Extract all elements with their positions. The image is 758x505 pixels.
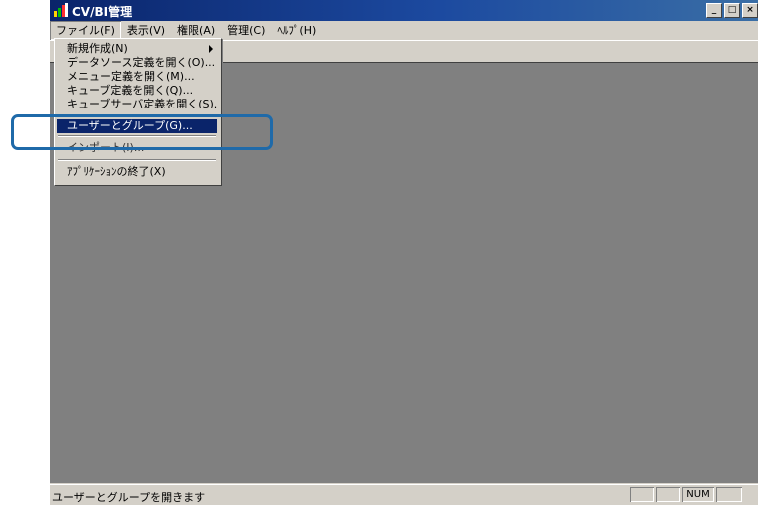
status-message: ユーザーとグループを開きます: [52, 491, 206, 504]
submenu-arrow-icon: [209, 45, 213, 53]
minimize-button[interactable]: _: [706, 3, 722, 18]
menu-help[interactable]: ﾍﾙﾌﾟ(H): [271, 21, 322, 40]
status-indicator-1: [630, 487, 654, 502]
maximize-button[interactable]: □: [724, 3, 740, 18]
title-bar[interactable]: CV/BI管理 _ □ ×: [50, 0, 758, 21]
status-indicator-4: [716, 487, 742, 502]
app-icon: [54, 3, 68, 17]
menu-separator: [58, 159, 216, 161]
menu-item-open-cube-server[interactable]: キューブサーバ定義を開く(S)...: [57, 98, 217, 108]
menu-item-open-cube-def[interactable]: キューブ定義を開く(Q)...: [57, 84, 217, 98]
menu-item-exit[interactable]: ｱﾌﾟﾘｹｰｼｮﾝの終了(X): [57, 165, 217, 179]
menu-item-new[interactable]: 新規作成(N): [57, 42, 217, 56]
close-button[interactable]: ×: [742, 3, 758, 18]
status-indicator-2: [656, 487, 680, 502]
menu-manage[interactable]: 管理(C): [221, 21, 271, 40]
callout-highlight-box: [11, 114, 273, 150]
window-title: CV/BI管理: [72, 5, 133, 19]
status-indicator-num: NUM: [682, 487, 714, 502]
file-menu-dropdown: 新規作成(N) データソース定義を開く(O)... メニュー定義を開く(M)..…: [54, 38, 222, 186]
menu-item-label: 新規作成(N): [67, 42, 128, 55]
window-controls: _ □ ×: [706, 3, 758, 18]
status-bar: ユーザーとグループを開きます NUM: [50, 484, 758, 505]
menu-item-open-datasource[interactable]: データソース定義を開く(O)...: [57, 56, 217, 70]
menu-item-open-menu-def[interactable]: メニュー定義を開く(M)...: [57, 70, 217, 84]
